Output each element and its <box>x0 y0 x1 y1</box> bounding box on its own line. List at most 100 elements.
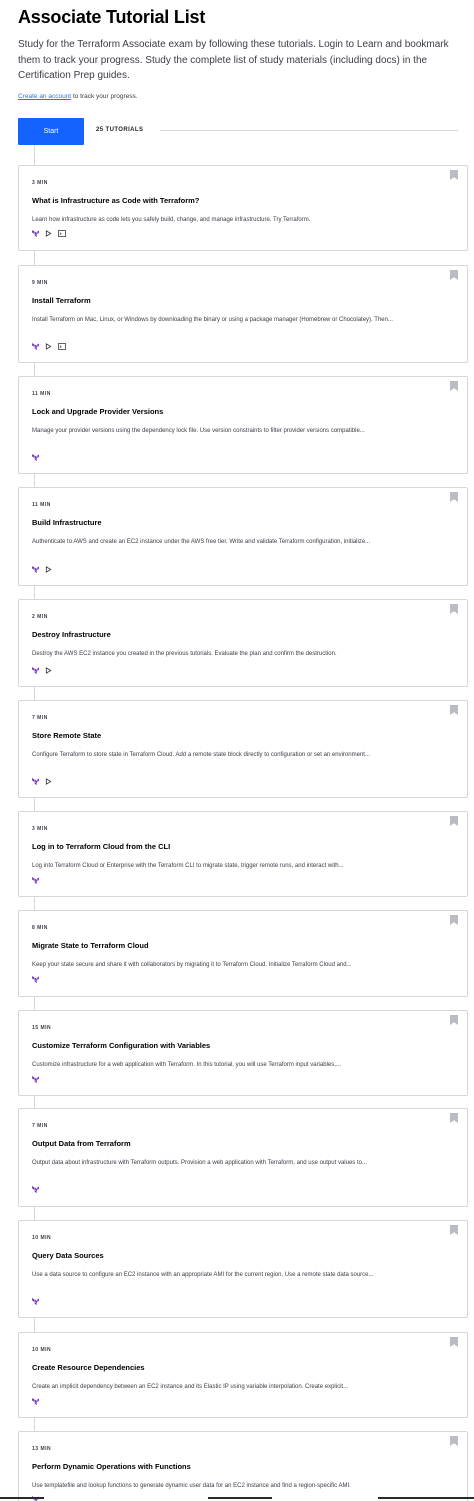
tutorial-duration: 10 MIN <box>32 1235 52 1241</box>
terraform-icon <box>32 1298 39 1305</box>
tutorial-description: Learn how infrastructure as code lets yo… <box>32 217 311 223</box>
tutorial-product-icons <box>32 566 52 573</box>
tutorial-product-icons <box>32 877 39 884</box>
tutorial-title[interactable]: Output Data from Terraform <box>32 1139 131 1148</box>
tutorial-description: Keep your state secure and share it with… <box>32 962 352 968</box>
tutorial-card[interactable]: 11 MIN Lock and Upgrade Provider Versions… <box>18 376 468 474</box>
tutorial-duration: 7 MIN <box>32 1123 48 1129</box>
play-icon <box>45 230 52 237</box>
terminal-icon <box>58 230 66 237</box>
play-icon <box>45 667 52 674</box>
bookmark-icon[interactable] <box>450 1225 458 1235</box>
bookmark-icon[interactable] <box>450 270 458 280</box>
tutorial-title[interactable]: Create Resource Dependencies <box>32 1363 145 1372</box>
create-account-link[interactable]: Create an account <box>18 93 71 100</box>
tutorial-title[interactable]: Lock and Upgrade Provider Versions <box>32 407 163 416</box>
tutorial-duration: 8 MIN <box>32 925 48 931</box>
terraform-icon <box>32 1186 39 1193</box>
tutorial-product-icons <box>32 976 39 983</box>
tutorial-title[interactable]: What is Infrastructure as Code with Terr… <box>32 196 199 205</box>
tutorial-product-icons <box>32 1076 39 1083</box>
tutorial-count: 25 TUTORIALS <box>96 127 144 133</box>
tutorial-list-page: Associate Tutorial List Study for the Te… <box>0 0 474 1501</box>
tutorial-duration: 13 MIN <box>32 1446 52 1452</box>
tutorial-description: Authenticate to AWS and create an EC2 in… <box>32 539 371 545</box>
bookmark-icon[interactable] <box>450 915 458 925</box>
tutorial-description: Use templatefile and lookup functions to… <box>32 1483 351 1489</box>
tutorial-duration: 11 MIN <box>32 391 51 397</box>
bookmark-icon[interactable] <box>450 604 458 614</box>
bookmark-icon[interactable] <box>450 816 458 826</box>
tutorial-card[interactable]: 10 MIN Query Data Sources Use a data sourc… <box>18 1220 468 1318</box>
tutorial-card[interactable]: 7 MIN Output Data from Terraform Output da… <box>18 1108 468 1207</box>
page-edge-right <box>378 1497 474 1499</box>
terraform-icon <box>32 976 39 983</box>
tutorial-product-icons <box>32 343 66 350</box>
tutorial-description: Create an implicit dependency between an… <box>32 1384 349 1390</box>
tutorial-duration: 10 MIN <box>32 1347 52 1353</box>
tutorial-title[interactable]: Install Terraform <box>32 296 91 305</box>
bookmark-icon[interactable] <box>450 492 458 502</box>
tutorial-title[interactable]: Query Data Sources <box>32 1251 104 1260</box>
tutorial-description: Use a data source to configure an EC2 in… <box>32 1272 374 1278</box>
tutorial-title[interactable]: Perform Dynamic Operations with Function… <box>32 1462 191 1471</box>
terraform-icon <box>32 667 39 674</box>
bookmark-icon[interactable] <box>450 1113 458 1123</box>
terraform-icon <box>32 877 39 884</box>
tutorial-description: Customize infrastructure for a web appli… <box>32 1062 341 1068</box>
page-title: Associate Tutorial List <box>18 7 206 27</box>
terraform-icon <box>32 230 39 237</box>
tutorial-description: Log into Terraform Cloud or Enterprise w… <box>32 863 344 869</box>
tutorial-card[interactable]: 8 MIN Migrate State to Terraform Cloud Kee… <box>18 910 468 997</box>
tutorial-duration: 11 MIN <box>32 502 51 508</box>
tutorial-product-icons <box>32 230 66 237</box>
bookmark-icon[interactable] <box>450 170 458 180</box>
tutorial-title[interactable]: Build Infrastructure <box>32 518 102 527</box>
tutorial-title[interactable]: Log in to Terraform Cloud from the CLI <box>32 842 170 851</box>
tutorial-product-icons <box>32 1398 39 1405</box>
tutorial-duration: 9 MIN <box>32 280 48 286</box>
tutorial-title[interactable]: Migrate State to Terraform Cloud <box>32 941 149 950</box>
tutorial-description: Destroy the AWS EC2 instance you created… <box>32 651 337 657</box>
play-icon <box>45 778 52 785</box>
bookmark-icon[interactable] <box>450 381 458 391</box>
tutorial-card[interactable]: 15 MIN Customize Terraform Configuration … <box>18 1010 468 1096</box>
start-button[interactable]: Start <box>18 118 84 145</box>
bookmark-icon[interactable] <box>450 1337 458 1347</box>
bookmark-icon[interactable] <box>450 1436 458 1446</box>
terraform-icon <box>32 566 39 573</box>
tutorial-duration: 3 MIN <box>32 180 48 186</box>
tutorial-duration: 7 MIN <box>32 715 48 721</box>
tutorial-description: Manage your provider versions using the … <box>32 428 365 434</box>
tutorial-product-icons <box>32 667 52 674</box>
page-edge-left <box>0 1497 44 1499</box>
tutorial-title[interactable]: Customize Terraform Configuration with V… <box>32 1041 210 1050</box>
terraform-icon <box>32 1398 39 1405</box>
terraform-icon <box>32 778 39 785</box>
tutorial-card[interactable]: 7 MIN Store Remote State Configure Terrafo… <box>18 700 468 798</box>
tutorial-title[interactable]: Store Remote State <box>32 731 101 740</box>
terraform-icon <box>32 1076 39 1083</box>
tutorial-product-icons <box>32 778 52 785</box>
tutorial-card[interactable]: 13 MIN Perform Dynamic Operations with Fu… <box>18 1431 468 1501</box>
tutorial-card[interactable]: 9 MIN Install Terraform Install Terraform … <box>18 265 468 363</box>
tutorial-description: Install Terraform on Mac, Linux, or Wind… <box>32 317 393 323</box>
tutorial-description: Output data about infrastructure with Te… <box>32 1160 367 1166</box>
tutorial-duration: 3 MIN <box>32 826 48 832</box>
tutorial-product-icons <box>32 1298 39 1305</box>
tutorial-title[interactable]: Destroy Infrastructure <box>32 630 111 639</box>
terraform-icon <box>32 343 39 350</box>
play-icon <box>45 566 52 573</box>
bookmark-icon[interactable] <box>450 1015 458 1025</box>
tutorial-card[interactable]: 3 MIN Log in to Terraform Cloud from the … <box>18 811 468 897</box>
tutorial-description: Configure Terraform to store state in Te… <box>32 752 370 758</box>
tutorial-card[interactable]: 3 MIN What is Infrastructure as Code with… <box>18 165 468 251</box>
tutorial-card[interactable]: 10 MIN Create Resource Dependencies Create… <box>18 1332 468 1418</box>
bookmark-icon[interactable] <box>450 705 458 715</box>
tutorial-card[interactable]: 11 MIN Build Infrastructure Authenticate t… <box>18 487 468 586</box>
terminal-icon <box>58 343 66 350</box>
tutorial-card[interactable]: 2 MIN Destroy Infrastructure Destroy the A… <box>18 599 468 687</box>
tutorial-product-icons <box>32 1186 39 1193</box>
page-intro: Study for the Terraform Associate exam b… <box>18 39 449 81</box>
progress-divider <box>160 130 458 131</box>
